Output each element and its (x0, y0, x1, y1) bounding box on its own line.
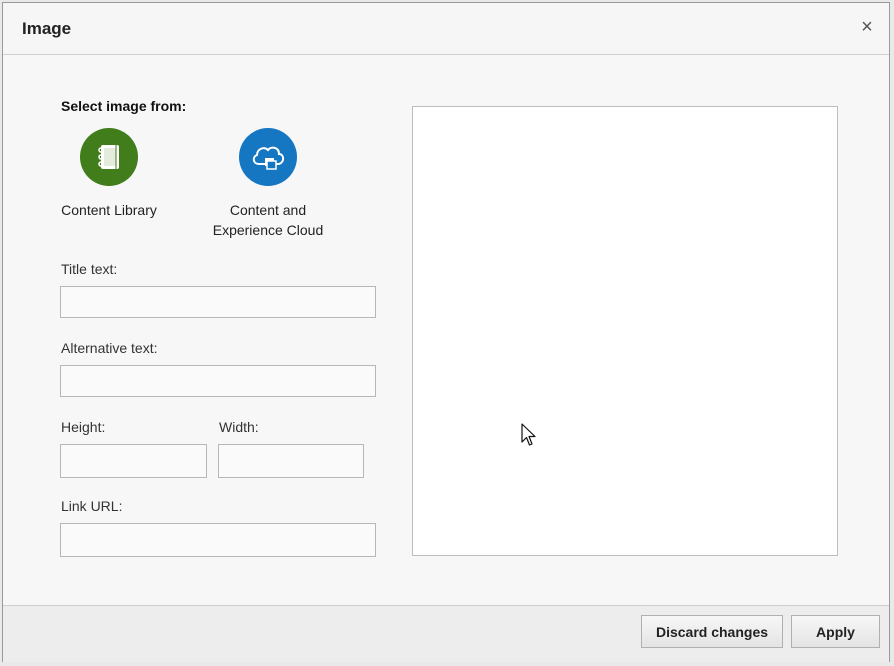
link-url-label: Link URL: (61, 498, 123, 514)
image-preview-area (412, 106, 838, 556)
mouse-pointer-icon (521, 423, 536, 446)
apply-button[interactable]: Apply (791, 615, 880, 648)
content-library-label: Content Library (61, 202, 157, 218)
discard-changes-button[interactable]: Discard changes (641, 615, 783, 648)
image-dialog: Image × Select image from: Content Libra… (2, 2, 890, 662)
cloud-icon[interactable] (239, 128, 297, 186)
width-input[interactable] (218, 444, 364, 478)
notebook-icon[interactable] (80, 128, 138, 186)
height-label: Height: (61, 419, 106, 435)
height-input[interactable] (60, 444, 207, 478)
dialog-footer: Discard changes Apply (3, 605, 889, 662)
content-and-experience-cloud-label-line1: Content and (229, 202, 307, 218)
dialog-title: Image (22, 19, 72, 38)
select-image-label: Select image from: (61, 98, 187, 114)
close-icon[interactable]: × (857, 17, 877, 37)
title-text-input[interactable] (60, 286, 376, 318)
title-text-label: Title text: (61, 261, 118, 277)
dialog-body: Select image from: Content Library Conte… (3, 55, 889, 605)
content-and-experience-cloud-label-line2: Experience Cloud (212, 222, 324, 238)
link-url-input[interactable] (60, 523, 376, 557)
alternative-text-input[interactable] (60, 365, 376, 397)
dialog-header: Image × (3, 3, 889, 55)
content-library-option[interactable]: Content Library (51, 128, 167, 220)
content-and-experience-cloud-option[interactable]: Content and Experience Cloud (201, 128, 335, 240)
width-label: Width: (219, 419, 259, 435)
alternative-text-label: Alternative text: (61, 340, 158, 356)
